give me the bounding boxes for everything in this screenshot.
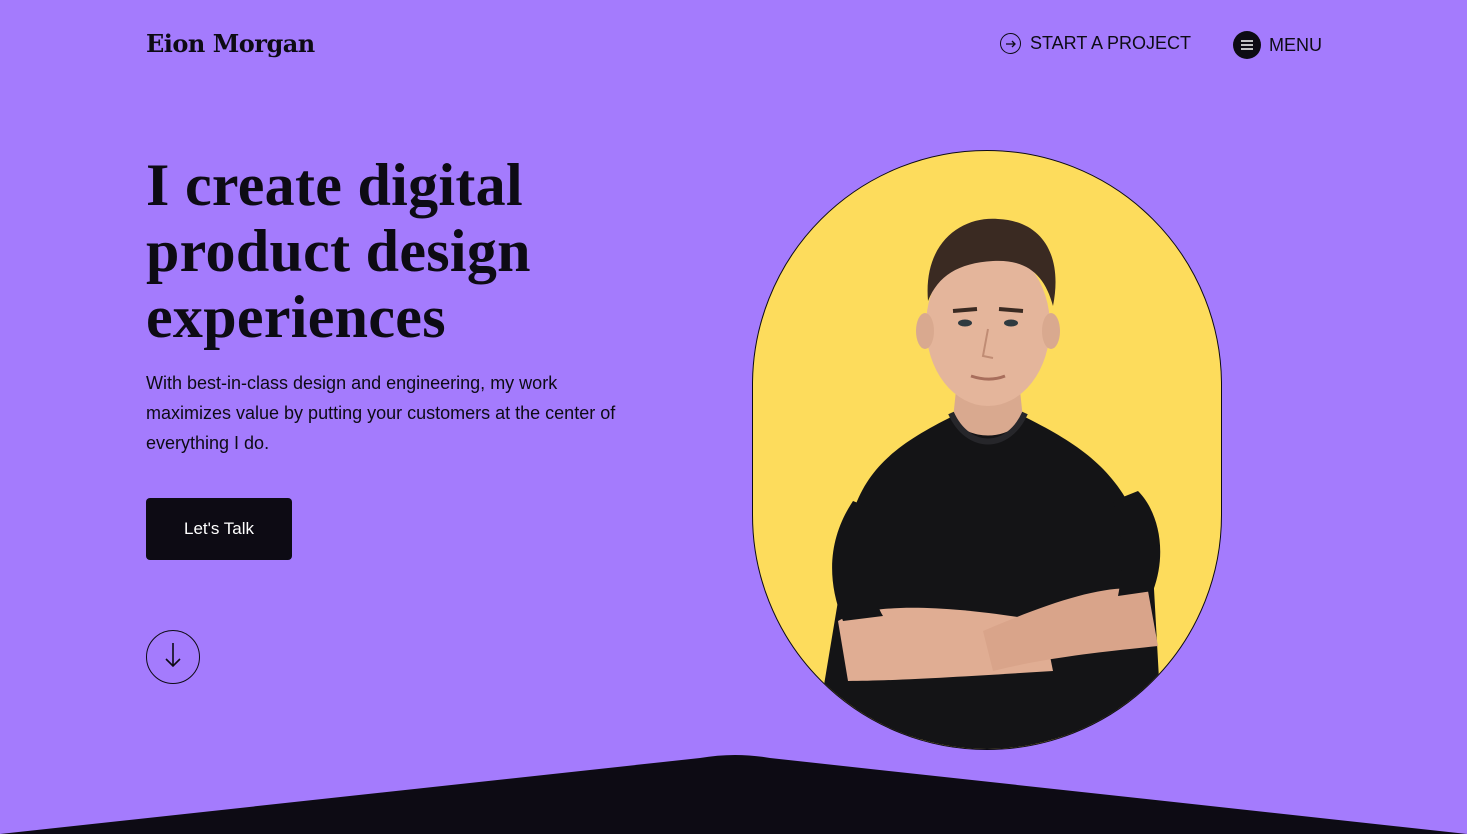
arrow-down-icon xyxy=(163,641,183,674)
arrow-right-circle-icon xyxy=(1000,33,1021,54)
hamburger-icon xyxy=(1233,31,1261,59)
bottom-wave-shape xyxy=(0,755,1467,834)
hero-subtext: With best-in-class design and engineerin… xyxy=(146,373,616,453)
portrait-photo xyxy=(752,150,1222,750)
start-project-label: START A PROJECT xyxy=(1030,33,1192,53)
person-illustration xyxy=(813,218,1163,749)
menu-label: MENU xyxy=(1269,34,1322,55)
start-project-link[interactable]: START A PROJECT xyxy=(1000,33,1191,54)
headline-line-3: experiences xyxy=(146,284,446,350)
lets-talk-button[interactable]: Let's Talk xyxy=(146,498,292,560)
site-logo[interactable]: Eion Morgan xyxy=(146,29,315,58)
hero-headline: I create digital product design experien… xyxy=(146,152,666,350)
menu-button[interactable]: MENU xyxy=(1233,31,1322,59)
scroll-down-button[interactable] xyxy=(146,630,200,684)
headline-line-2: product design xyxy=(146,218,531,284)
headline-line-1: I create digital xyxy=(146,152,523,218)
